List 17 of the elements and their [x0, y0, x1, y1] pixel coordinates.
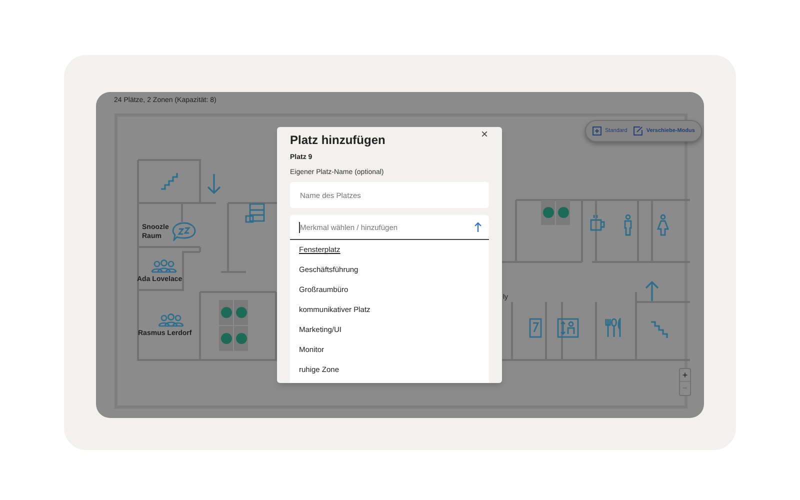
up-arrow-icon [474, 222, 482, 232]
zoom-in-button[interactable]: + [680, 369, 690, 382]
man-icon [623, 214, 633, 236]
locker-icon [245, 203, 265, 223]
elevator-icon [557, 318, 579, 338]
coffee-cup-icon [589, 214, 605, 231]
dialog-title: Platz hinzufügen [290, 132, 386, 149]
people-group-icon [151, 259, 177, 273]
text-cursor [299, 222, 300, 233]
close-button[interactable]: × [480, 128, 490, 140]
people-group-icon [158, 313, 184, 327]
sleep-bubble-icon [172, 221, 196, 241]
cutlery-icon [604, 318, 622, 338]
plus-square-icon [592, 126, 602, 136]
down-arrow-icon [207, 173, 221, 195]
up-arrow-icon [645, 280, 659, 302]
woman-icon [657, 214, 669, 236]
